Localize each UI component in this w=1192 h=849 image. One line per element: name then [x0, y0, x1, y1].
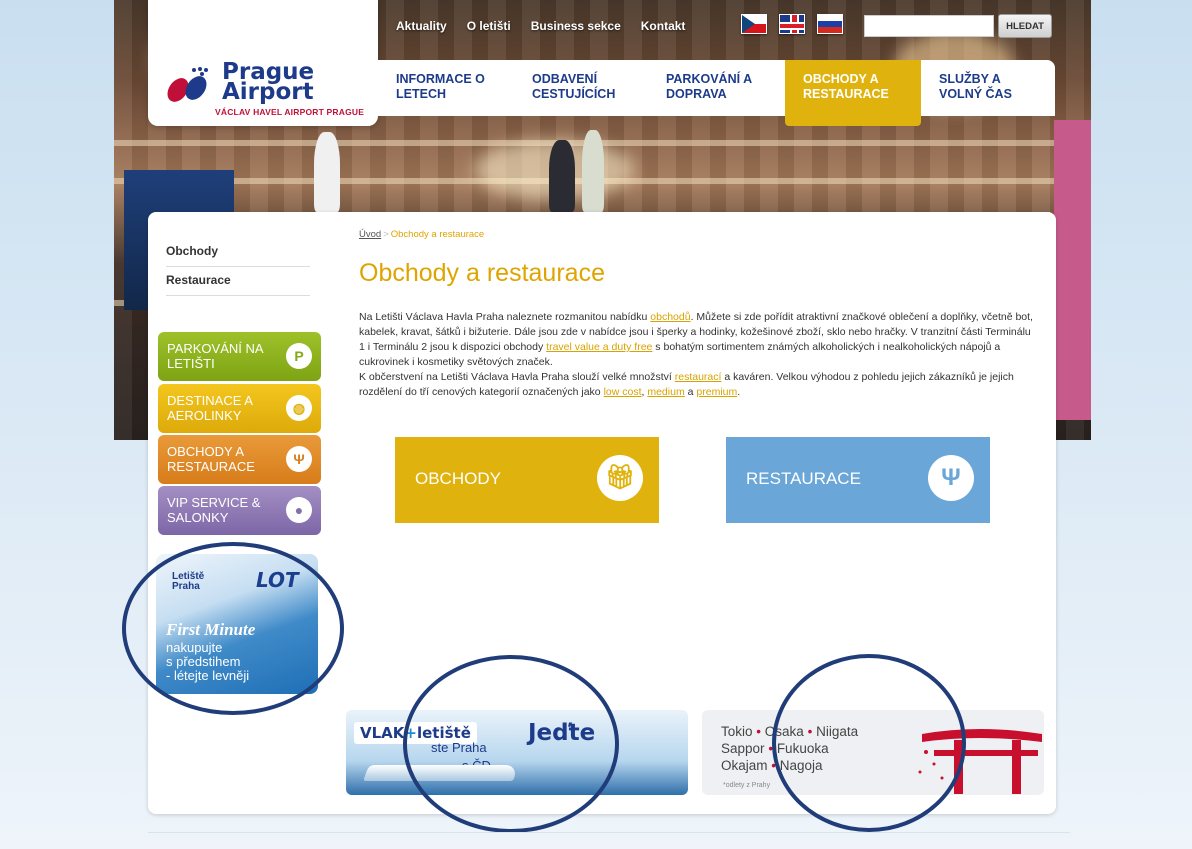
top-nav-kontakt[interactable]: Kontakt — [641, 19, 686, 33]
highlight-circle-vlak — [403, 655, 619, 833]
person-icon: ● — [286, 497, 312, 523]
search-input[interactable] — [864, 15, 994, 37]
footer-divider — [148, 832, 1070, 833]
uk-flag-icon[interactable] — [779, 14, 805, 34]
logo-panel[interactable]: Prague Airport VÁCLAV HAVEL AIRPORT PRAG… — [148, 0, 378, 126]
menu-obchody-restaurace[interactable]: OBCHODY A RESTAURACE — [785, 60, 921, 126]
menu-informace-o-letech[interactable]: INFORMACE O LETECH — [378, 60, 514, 116]
tile-vip-service[interactable]: VIP SERVICE & SALONKY ● — [158, 486, 321, 535]
top-nav: Aktuality O letišti Business sekce Konta… — [396, 19, 705, 33]
menu-parkovani[interactable]: PARKOVÁNÍ A DOPRAVA — [648, 60, 785, 116]
parking-icon: P — [286, 343, 312, 369]
highlight-circle-japan — [772, 654, 966, 832]
tile-obchody-restaurace[interactable]: OBCHODY A RESTAURACE Ψ — [158, 435, 321, 484]
search-button[interactable]: HLEDAT — [998, 14, 1052, 38]
shops-button[interactable]: OBCHODY 🎁︎ — [395, 437, 659, 523]
czech-flag-icon[interactable] — [741, 14, 767, 34]
top-nav-o-letisti[interactable]: O letišti — [467, 19, 511, 33]
tile-parkovani[interactable]: PARKOVÁNÍ NA LETIŠTI P — [158, 332, 321, 381]
menu-odbaveni[interactable]: ODBAVENÍ CESTUJÍCÍCH — [514, 60, 648, 116]
link-obchodu[interactable]: obchodů — [650, 311, 690, 323]
tile-destinace[interactable]: DESTINACE A AEROLINKY ◍ — [158, 384, 321, 433]
top-nav-aktuality[interactable]: Aktuality — [396, 19, 447, 33]
link-medium[interactable]: medium — [647, 386, 684, 398]
sidebar-item-restaurace[interactable]: Restaurace — [166, 267, 310, 296]
russian-flag-icon[interactable] — [817, 14, 843, 34]
main-menu: INFORMACE O LETECH ODBAVENÍ CESTUJÍCÍCH PA… — [378, 60, 1055, 126]
globe-icon: ◍ — [286, 395, 312, 421]
japan-footnote: *odlety z Prahy — [723, 782, 771, 789]
menu-sluzby[interactable]: SLUŽBY A VOLNÝ ČAS — [921, 60, 1055, 116]
link-low-cost[interactable]: low cost — [604, 386, 642, 398]
page-title: Obchody a restaurace — [359, 259, 605, 287]
sidebar-nav: Obchody Restaurace — [166, 238, 310, 296]
logo-subtitle: VÁCLAV HAVEL AIRPORT PRAGUE — [215, 107, 365, 117]
breadcrumb-home[interactable]: Úvod — [359, 229, 381, 240]
prague-airport-logo-icon — [167, 67, 208, 102]
intro-text: Na Letišti Václava Havla Praha naleznete… — [359, 311, 1033, 398]
breadcrumb: Úvod > Obchody a restaurace — [359, 229, 485, 240]
sidebar-item-obchody[interactable]: Obchody — [166, 238, 310, 267]
breadcrumb-current: Obchody a restaurace — [390, 229, 485, 240]
logo-text: Prague Airport — [222, 59, 315, 105]
gift-icon: 🎁︎ — [597, 455, 643, 501]
restaurants-button[interactable]: RESTAURACE Ψ — [726, 437, 990, 523]
highlight-circle-lot — [122, 542, 344, 715]
cutlery-icon: Ψ — [286, 446, 312, 472]
fork-knife-icon: Ψ — [928, 455, 974, 501]
top-nav-business[interactable]: Business sekce — [531, 19, 621, 33]
link-premium[interactable]: premium — [696, 386, 737, 398]
link-travel-value[interactable]: travel value a duty free — [546, 341, 652, 353]
link-restauraci[interactable]: restaurací — [675, 371, 722, 383]
